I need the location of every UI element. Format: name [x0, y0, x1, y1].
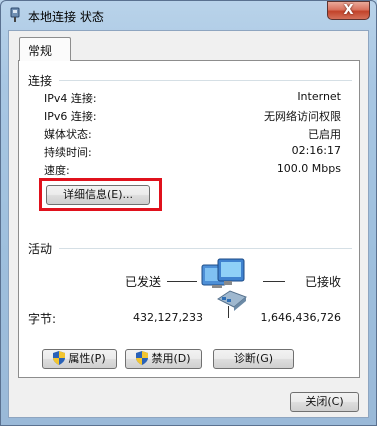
tab-general[interactable]: 常规: [19, 37, 71, 61]
bytes-label: 字节:: [28, 312, 57, 326]
properties-label: 属性(P): [68, 352, 106, 365]
icon-connector-line: [228, 306, 229, 318]
tab-general-label: 常规: [28, 44, 53, 58]
tab-panel-general: 连接 IPv4 连接: Internet IPv6 连接: 无网络访问权限 媒体…: [18, 60, 360, 378]
details-highlight-box: [39, 178, 162, 211]
connection-separator: [59, 80, 352, 81]
ipv6-value: 无网络访问权限: [264, 110, 341, 123]
speed-label: 速度:: [44, 164, 70, 177]
ipv4-value: Internet: [297, 90, 341, 103]
received-line: [263, 281, 285, 282]
ipv4-label: IPv4 连接:: [44, 92, 97, 105]
dialog-client-area: 常规 连接 IPv4 连接: Internet IPv6 连接: 无网络访问权限…: [8, 30, 369, 418]
window-title: 本地连接 状态: [28, 10, 104, 24]
activity-separator: [59, 248, 352, 249]
disable-label: 禁用(D): [151, 352, 191, 365]
connection-section-label: 连接: [28, 74, 53, 88]
speed-value: 100.0 Mbps: [276, 162, 341, 175]
uac-shield-icon: [136, 351, 149, 365]
sent-line: [167, 281, 197, 282]
diagnose-button[interactable]: 诊断(G): [213, 349, 294, 369]
duration-value: 02:16:17: [291, 144, 341, 157]
close-window-button[interactable]: X: [327, 1, 370, 20]
close-icon: X: [343, 3, 354, 18]
title-bar[interactable]: 本地连接 状态 X: [0, 0, 377, 30]
duration-label: 持续时间:: [44, 146, 92, 159]
media-status-value: 已启用: [308, 128, 341, 141]
received-label: 已接收: [305, 275, 342, 289]
close-button[interactable]: 关闭(C): [290, 392, 359, 412]
activity-section-label: 活动: [28, 242, 53, 256]
disable-button[interactable]: 禁用(D): [125, 349, 202, 369]
ipv6-label: IPv6 连接:: [44, 110, 97, 123]
properties-button[interactable]: 属性(P): [42, 349, 117, 369]
network-adapter-icon: [10, 7, 20, 22]
bytes-received-value: 1,646,436,726: [260, 311, 341, 324]
uac-shield-icon: [53, 351, 66, 365]
media-status-label: 媒体状态:: [44, 128, 92, 141]
bytes-sent-value: 432,127,233: [133, 311, 203, 324]
sent-label: 已发送: [125, 275, 162, 289]
